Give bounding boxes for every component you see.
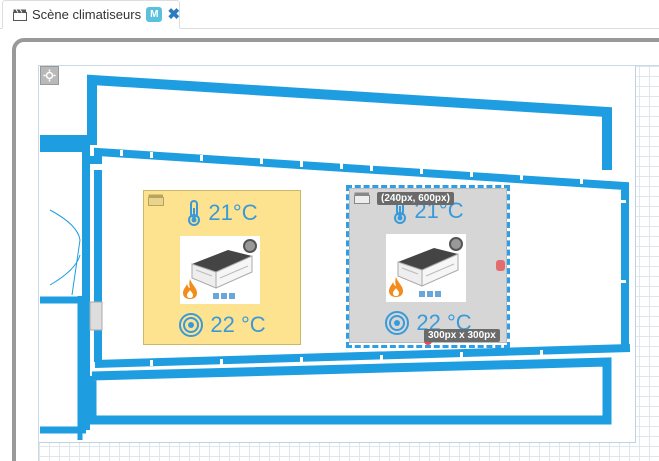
ac-unit-image xyxy=(180,236,260,304)
ac-unit-image xyxy=(386,234,466,302)
status-indicator xyxy=(449,237,463,251)
setpoint-temp-value: 22 °C xyxy=(210,312,266,337)
status-indicator xyxy=(243,239,257,253)
ambient-temperature: 21°C xyxy=(144,200,300,226)
settings-icon[interactable] xyxy=(40,66,59,85)
ac-widget-right[interactable]: 21°C 22 °C xyxy=(349,188,507,343)
thermometer-icon xyxy=(188,200,201,226)
size-tooltip: 300px x 300px xyxy=(424,329,500,342)
resize-handle-right[interactable] xyxy=(496,260,505,271)
ac-widget-left[interactable]: 21°C 22 °C xyxy=(143,190,301,345)
fan-speed-indicator xyxy=(419,291,441,297)
target-icon xyxy=(179,313,204,337)
ambient-temp-value: 21°C xyxy=(208,200,258,225)
position-tooltip: (240px, 600px) xyxy=(377,192,454,205)
fan-speed-indicator xyxy=(213,293,235,299)
scene-editor: Scène climatiseurs M ✖ 21°C 22 °C 21°C 2… xyxy=(0,0,659,461)
floorplan xyxy=(40,74,631,440)
flame-icon xyxy=(389,277,403,297)
target-icon xyxy=(385,311,410,335)
flame-icon xyxy=(183,279,197,299)
setpoint-temperature: 22 °C xyxy=(144,312,300,338)
